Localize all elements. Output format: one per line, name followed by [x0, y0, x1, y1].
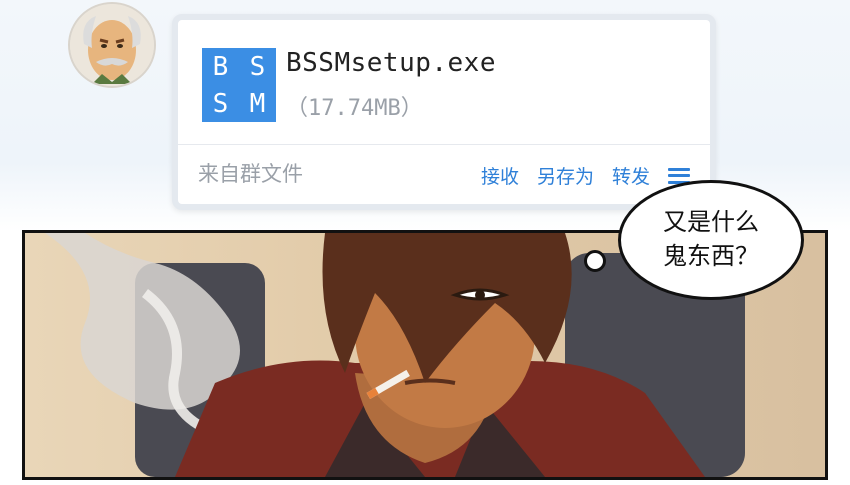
receive-button[interactable]: 接收 [481, 162, 519, 189]
icon-letter: M [249, 88, 266, 119]
avatar[interactable] [68, 2, 156, 88]
forward-button[interactable]: 转发 [612, 162, 650, 189]
file-message-card[interactable]: B S S M BSSMsetup.exe （17.74MB） 来自群文件 接收… [172, 14, 716, 210]
old-man-avatar-icon [70, 4, 154, 86]
icon-letter: S [249, 51, 266, 82]
file-type-icon: B S S M [202, 48, 276, 122]
icon-letter: B [212, 51, 229, 82]
file-source-label: 来自群文件 [198, 162, 303, 186]
file-actions: 接收 另存为 转发 [481, 162, 690, 189]
thought-bubble-dot [584, 250, 606, 272]
file-size: （17.74MB） [286, 96, 423, 121]
card-divider [178, 144, 710, 145]
file-name[interactable]: BSSMsetup.exe [286, 48, 496, 78]
save-as-button[interactable]: 另存为 [537, 162, 594, 189]
thought-bubble: 又是什么 鬼东西？ [618, 180, 804, 300]
speech-line-2: 鬼东西？ [663, 242, 759, 270]
icon-letter: S [212, 88, 229, 119]
speech-line-1: 又是什么 [663, 208, 759, 237]
